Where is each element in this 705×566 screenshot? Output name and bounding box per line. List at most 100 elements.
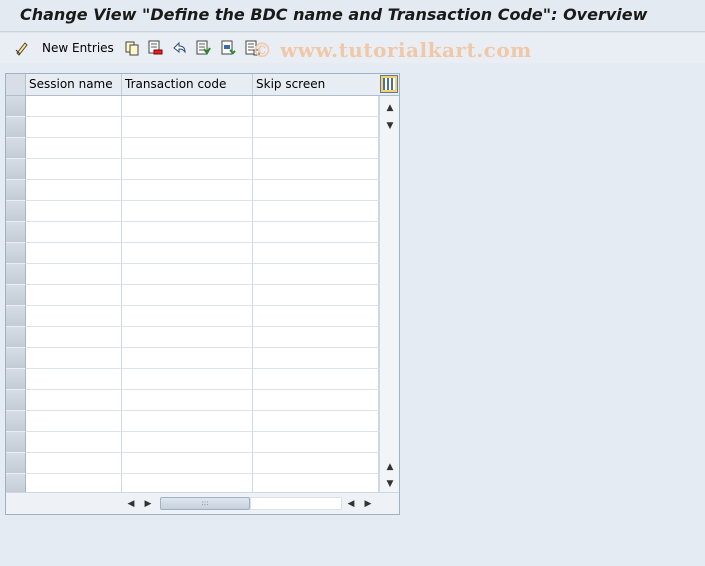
- row-selector-button[interactable]: [6, 432, 26, 453]
- skip-screen-cell[interactable]: [253, 159, 379, 180]
- row-selector-button[interactable]: [6, 369, 26, 390]
- row-selector-button[interactable]: [6, 411, 26, 432]
- transaction-code-cell[interactable]: [122, 369, 253, 390]
- row-selector-button[interactable]: [6, 138, 26, 159]
- scroll-up-icon[interactable]: ▲: [384, 102, 396, 114]
- row-selector-button[interactable]: [6, 264, 26, 285]
- scroll-right-icon[interactable]: ▶: [143, 498, 153, 510]
- skip-screen-cell[interactable]: [253, 411, 379, 432]
- row-selector-button[interactable]: [6, 180, 26, 201]
- skip-screen-cell[interactable]: [253, 264, 379, 285]
- skip-screen-cell[interactable]: [253, 138, 379, 159]
- skip-screen-cell[interactable]: [253, 327, 379, 348]
- row-selector-button[interactable]: [6, 159, 26, 180]
- transaction-code-cell[interactable]: [122, 327, 253, 348]
- transaction-code-cell[interactable]: [122, 117, 253, 138]
- row-selector-button[interactable]: [6, 390, 26, 411]
- row-selector-button[interactable]: [6, 348, 26, 369]
- transaction-code-cell[interactable]: [122, 180, 253, 201]
- skip-screen-cell[interactable]: [253, 306, 379, 327]
- table-control: Session name Transaction code Skip scree…: [5, 73, 400, 515]
- transaction-code-cell[interactable]: [122, 390, 253, 411]
- row-selector-button[interactable]: [6, 327, 26, 348]
- row-selector-button[interactable]: [6, 96, 26, 117]
- row-selector-button[interactable]: [6, 117, 26, 138]
- scroll-left-end-icon[interactable]: ◀: [346, 498, 356, 510]
- skip-screen-cell[interactable]: [253, 180, 379, 201]
- horizontal-scroll-thumb[interactable]: :::: [160, 497, 250, 510]
- session-name-cell[interactable]: [26, 390, 122, 411]
- transaction-code-cell[interactable]: [122, 306, 253, 327]
- transaction-code-cell[interactable]: [122, 285, 253, 306]
- transaction-code-cell[interactable]: [122, 453, 253, 474]
- transaction-code-cell[interactable]: [122, 348, 253, 369]
- session-name-cell[interactable]: [26, 117, 122, 138]
- row-selector-button[interactable]: [6, 285, 26, 306]
- select-all-icon[interactable]: [195, 40, 211, 56]
- select-all-rows-button[interactable]: [6, 74, 26, 95]
- scroll-page-down-icon[interactable]: ▼: [384, 478, 396, 490]
- session-name-cell[interactable]: [26, 348, 122, 369]
- table-row: [6, 243, 379, 264]
- scroll-left-icon[interactable]: ◀: [126, 498, 136, 510]
- row-selector-button[interactable]: [6, 306, 26, 327]
- row-selector-button[interactable]: [6, 201, 26, 222]
- column-header-skip-screen[interactable]: Skip screen: [253, 74, 379, 95]
- session-name-cell[interactable]: [26, 327, 122, 348]
- skip-screen-cell[interactable]: [253, 201, 379, 222]
- session-name-cell[interactable]: [26, 222, 122, 243]
- row-selector-button[interactable]: [6, 243, 26, 264]
- skip-screen-cell[interactable]: [253, 390, 379, 411]
- session-name-cell[interactable]: [26, 96, 122, 117]
- transaction-code-cell[interactable]: [122, 222, 253, 243]
- skip-screen-cell[interactable]: [253, 285, 379, 306]
- undo-change-icon[interactable]: [171, 40, 187, 56]
- session-name-cell[interactable]: [26, 243, 122, 264]
- toggle-display-change-button[interactable]: New Entries: [14, 38, 114, 58]
- column-header-transaction-code[interactable]: Transaction code: [122, 74, 253, 95]
- new-entries-label[interactable]: New Entries: [42, 41, 114, 55]
- horizontal-scrollbar[interactable]: ◀ ▶ ::: ◀ ▶: [6, 492, 399, 514]
- scroll-page-up-icon[interactable]: ▲: [384, 461, 396, 473]
- table-settings-icon[interactable]: [380, 75, 398, 93]
- column-header-session-name[interactable]: Session name: [26, 74, 122, 95]
- transaction-code-cell[interactable]: [122, 264, 253, 285]
- scroll-down-icon[interactable]: ▼: [384, 120, 396, 132]
- scroll-right-end-icon[interactable]: ▶: [363, 498, 373, 510]
- skip-screen-cell[interactable]: [253, 348, 379, 369]
- transaction-code-cell[interactable]: [122, 243, 253, 264]
- skip-screen-cell[interactable]: [253, 117, 379, 138]
- transaction-code-cell[interactable]: [122, 159, 253, 180]
- session-name-cell[interactable]: [26, 453, 122, 474]
- session-name-cell[interactable]: [26, 411, 122, 432]
- row-selector-button[interactable]: [6, 222, 26, 243]
- session-name-cell[interactable]: [26, 369, 122, 390]
- session-name-cell[interactable]: [26, 306, 122, 327]
- table-row: [6, 432, 379, 453]
- vertical-scrollbar[interactable]: ▲ ▼ ▲ ▼: [379, 96, 399, 492]
- skip-screen-cell[interactable]: [253, 96, 379, 117]
- session-name-cell[interactable]: [26, 201, 122, 222]
- session-name-cell[interactable]: [26, 159, 122, 180]
- session-name-cell[interactable]: [26, 264, 122, 285]
- delete-icon[interactable]: [147, 40, 163, 56]
- skip-screen-cell[interactable]: [253, 432, 379, 453]
- transaction-code-cell[interactable]: [122, 138, 253, 159]
- transaction-code-cell[interactable]: [122, 201, 253, 222]
- skip-screen-cell[interactable]: [253, 243, 379, 264]
- transaction-code-cell[interactable]: [122, 411, 253, 432]
- row-selector-button[interactable]: [6, 453, 26, 474]
- session-name-cell[interactable]: [26, 432, 122, 453]
- select-block-icon[interactable]: [220, 40, 236, 56]
- session-name-cell[interactable]: [26, 138, 122, 159]
- session-name-cell[interactable]: [26, 285, 122, 306]
- skip-screen-cell[interactable]: [253, 222, 379, 243]
- skip-screen-cell[interactable]: [253, 453, 379, 474]
- copy-as-icon[interactable]: [124, 40, 140, 56]
- horizontal-scroll-track[interactable]: [250, 497, 342, 510]
- transaction-code-cell[interactable]: [122, 96, 253, 117]
- skip-screen-cell[interactable]: [253, 369, 379, 390]
- transaction-code-cell[interactable]: [122, 432, 253, 453]
- table-row: [6, 306, 379, 327]
- session-name-cell[interactable]: [26, 180, 122, 201]
